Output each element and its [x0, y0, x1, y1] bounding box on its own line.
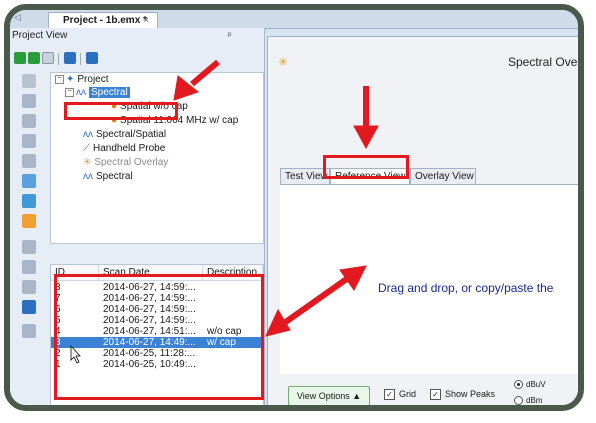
arrow-between-table-and-view — [278, 275, 350, 329]
annotation-arrows — [70, 59, 379, 364]
mouse-cursor-icon — [70, 344, 81, 364]
arrow-to-spectral — [190, 59, 220, 87]
arrow-head — [353, 125, 379, 150]
app-window: ◁ Project - 1b.emx * × Project View ᵖ − … — [4, 4, 584, 411]
